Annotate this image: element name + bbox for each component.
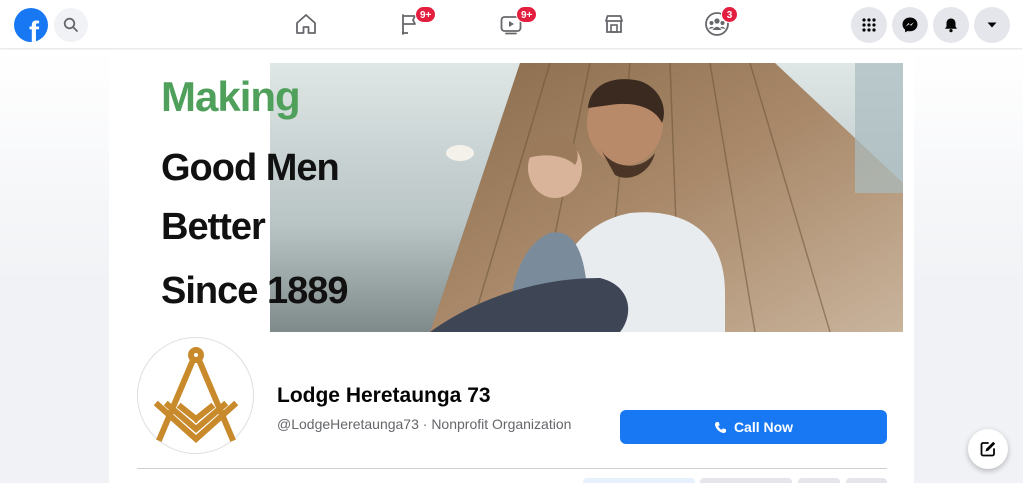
compose-icon [980,441,996,457]
search-button[interactable] [54,8,88,42]
messenger-icon [902,17,918,33]
page-avatar[interactable] [137,337,254,454]
cover-image [270,63,903,332]
nav-watch[interactable]: 9+ [481,4,541,44]
notifications-button[interactable] [933,7,969,43]
cover-text-better: Better [161,206,266,248]
tab-stub-1[interactable] [583,478,695,483]
tab-stub-4[interactable] [846,478,887,483]
nav-groups[interactable]: 3 [687,4,747,44]
cover-text-making: Making [161,73,301,120]
cover-text-good-men: Good Men [161,147,340,189]
tab-stub-2[interactable] [700,478,792,483]
search-icon [63,17,78,32]
new-message-button[interactable] [968,429,1008,469]
grid-menu-icon [862,18,876,32]
header-divider [137,468,887,469]
cover-text-since: Since 1889 [161,270,348,312]
page-background-right [914,48,1023,288]
groups-badge: 3 [721,6,738,23]
messenger-button[interactable] [892,7,928,43]
page-background-left [0,48,109,288]
call-now-label: Call Now [733,419,794,435]
watch-badge: 9+ [516,6,538,23]
bell-icon [945,18,957,33]
tab-stub-3[interactable] [798,478,840,483]
call-now-button[interactable]: Call Now [620,410,887,444]
phone-icon [714,421,727,433]
facebook-logo[interactable]: f [14,8,48,42]
pages-badge: 9+ [415,6,437,23]
store-icon [605,15,623,33]
caret-down-icon [987,22,997,28]
cover-photo[interactable]: Making Good Men Better Since 1889 [127,63,903,332]
account-button[interactable] [974,7,1010,43]
nav-marketplace[interactable] [584,4,644,44]
facebook-logo-letter: f [29,16,39,42]
top-navigation-bar: f 9+ 9+ 3 [0,0,1023,48]
page-handle-category: @LodgeHeretaunga73 · Nonprofit Organizat… [277,416,572,432]
home-icon [296,14,316,34]
menu-button[interactable] [851,7,887,43]
nav-home[interactable] [276,4,336,44]
nav-pages[interactable]: 9+ [380,4,440,44]
page-title: Lodge Heretaunga 73 [277,384,491,407]
square-and-compass-icon [153,347,238,444]
